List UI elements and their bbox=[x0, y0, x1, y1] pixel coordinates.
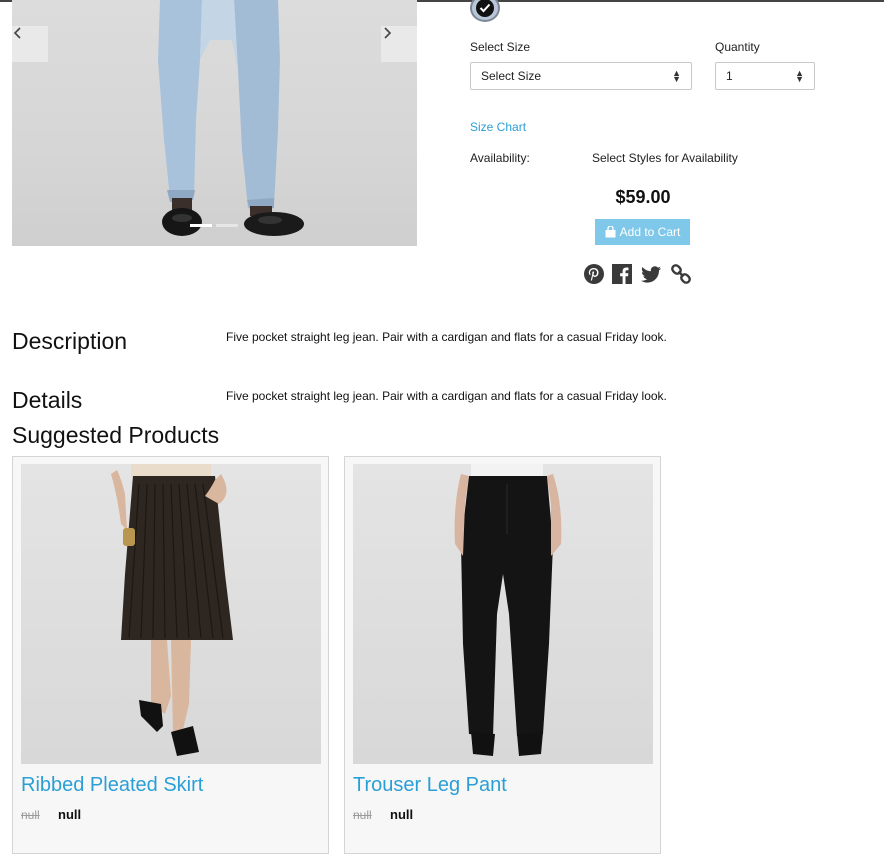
add-to-cart-button[interactable]: Add to Cart bbox=[595, 219, 690, 245]
copy-link-button[interactable] bbox=[670, 263, 692, 285]
gallery-prev-button[interactable] bbox=[12, 26, 48, 62]
product-name[interactable]: Trouser Leg Pant bbox=[353, 774, 507, 797]
product-image-skirt[interactable] bbox=[21, 464, 321, 764]
suggested-products-heading: Suggested Products bbox=[12, 422, 220, 448]
twitter-icon bbox=[641, 266, 661, 283]
product-image-gallery[interactable] bbox=[12, 0, 417, 246]
product-image-pant-art bbox=[454, 464, 562, 756]
product-image-skirt-art bbox=[111, 464, 233, 756]
product-old-price: null bbox=[21, 808, 40, 822]
quantity-select[interactable]: 1 ▲ ▼ bbox=[715, 62, 815, 90]
product-name[interactable]: Ribbed Pleated Skirt bbox=[21, 774, 203, 797]
gallery-indicator-2[interactable] bbox=[216, 224, 238, 227]
gallery-next-button[interactable] bbox=[381, 26, 417, 62]
link-icon bbox=[671, 264, 691, 284]
product-image-pant[interactable] bbox=[353, 464, 653, 764]
quantity-select-value: 1 bbox=[726, 69, 733, 83]
chevron-right-icon bbox=[384, 27, 392, 39]
facebook-share-button[interactable] bbox=[611, 263, 633, 285]
gallery-indicator-1[interactable] bbox=[190, 224, 212, 227]
product-old-price: null bbox=[353, 808, 372, 822]
size-label: Select Size bbox=[470, 40, 531, 54]
description-heading: Description bbox=[12, 328, 128, 354]
product-card-trouser-leg-pant[interactable]: Trouser Leg Pant null null bbox=[344, 456, 661, 854]
details-heading: Details bbox=[12, 387, 83, 413]
quantity-label: Quantity bbox=[715, 40, 760, 54]
sort-caret-icon: ▲ ▼ bbox=[795, 68, 804, 84]
facebook-icon bbox=[612, 264, 632, 284]
product-card-ribbed-pleated-skirt[interactable]: Ribbed Pleated Skirt null null bbox=[12, 456, 329, 854]
pinterest-icon bbox=[584, 264, 604, 284]
availability-label: Availability: bbox=[470, 151, 530, 165]
sort-caret-icon: ▲ ▼ bbox=[672, 68, 681, 84]
pinterest-share-button[interactable] bbox=[583, 263, 605, 285]
size-chart-link[interactable]: Size Chart bbox=[470, 120, 526, 134]
size-select-value: Select Size bbox=[481, 69, 542, 83]
availability-value: Select Styles for Availability bbox=[592, 151, 738, 165]
gallery-indicators bbox=[190, 224, 238, 227]
twitter-share-button[interactable] bbox=[640, 263, 662, 285]
details-text: Five pocket straight leg jean. Pair with… bbox=[226, 389, 667, 403]
chevron-left-icon bbox=[13, 27, 21, 39]
check-icon bbox=[476, 0, 494, 17]
description-text: Five pocket straight leg jean. Pair with… bbox=[226, 330, 667, 344]
product-price: null bbox=[390, 807, 414, 822]
shopping-bag-icon bbox=[605, 226, 616, 238]
color-swatch[interactable] bbox=[470, 0, 500, 22]
size-select[interactable]: Select Size ▲ ▼ bbox=[470, 62, 692, 90]
product-image-jeans bbox=[158, 0, 304, 236]
product-price: null bbox=[58, 807, 82, 822]
add-to-cart-label: Add to Cart bbox=[619, 225, 681, 239]
product-price: $59.00 bbox=[615, 187, 671, 207]
